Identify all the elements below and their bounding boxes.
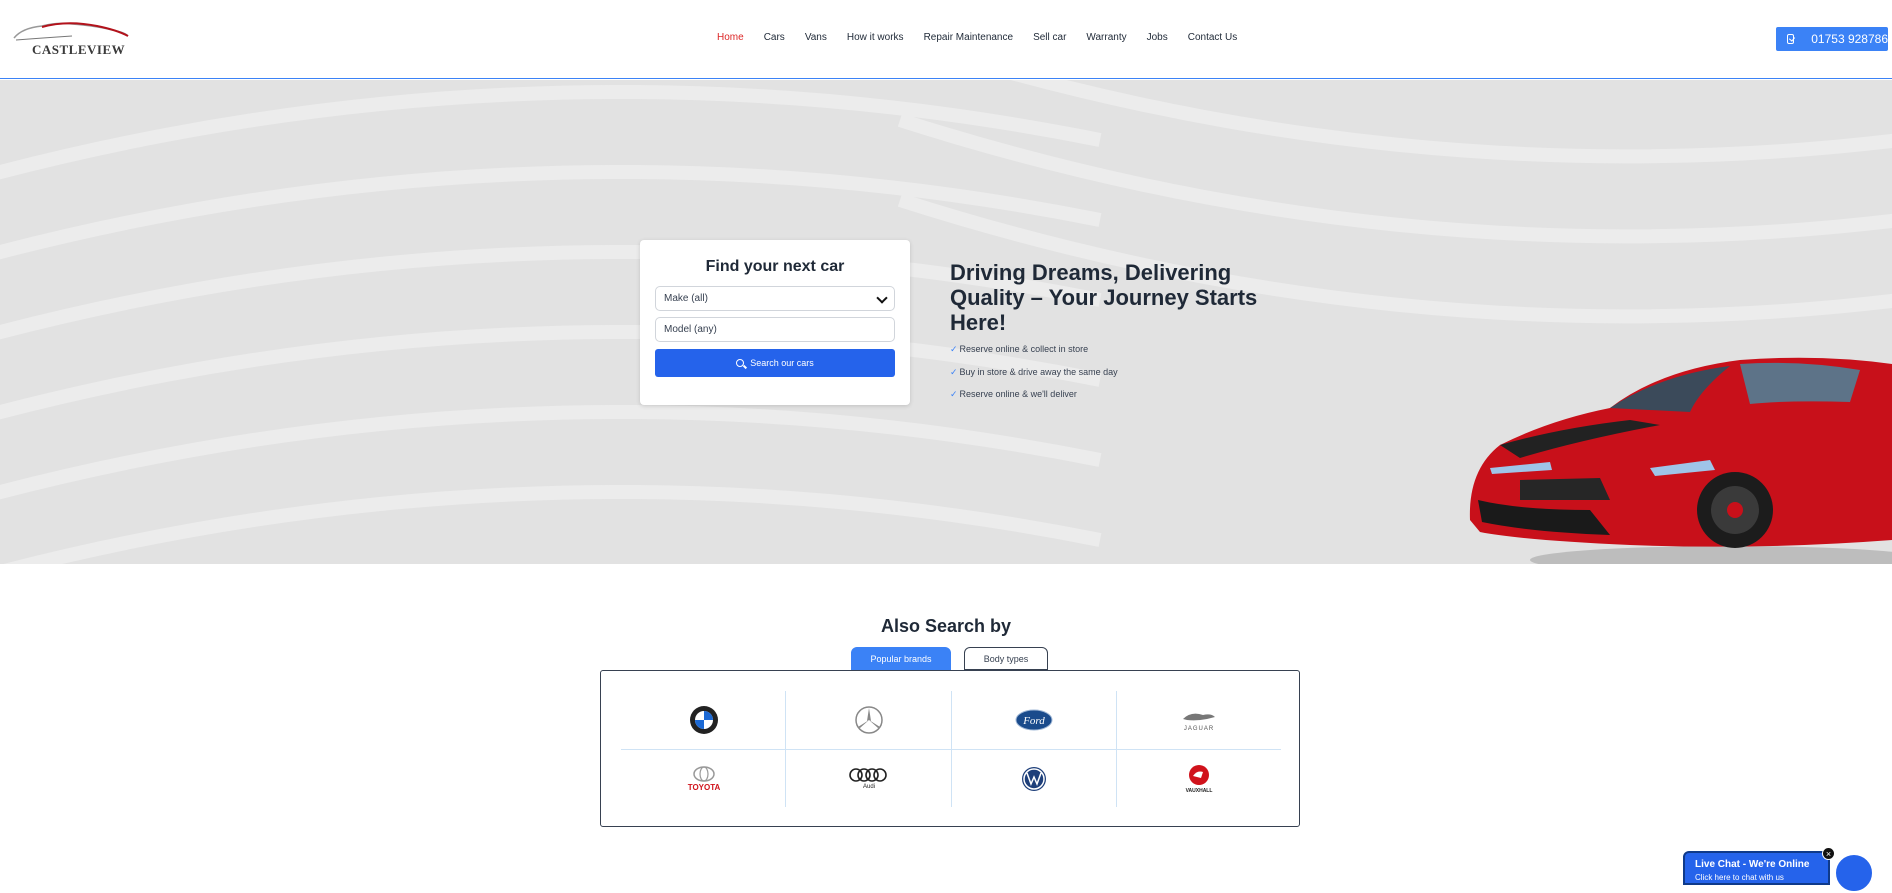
feature-text: Reserve online & we'll deliver [959, 389, 1077, 399]
nav-home[interactable]: Home [717, 32, 744, 43]
nav-sell-car[interactable]: Sell car [1033, 32, 1066, 43]
check-icon: ✓ [950, 389, 958, 399]
live-chat-subtitle: Click here to chat with us [1695, 873, 1784, 882]
vw-logo-icon [1021, 767, 1046, 791]
audi-logo-icon: Audi [848, 768, 887, 790]
svg-text:JAGUAR: JAGUAR [1183, 726, 1213, 732]
brand-grid: Ford JAGUAR TOYOTA Audi VAUXHALL [621, 691, 1281, 807]
nav-contact-us[interactable]: Contact Us [1188, 32, 1237, 43]
nav-jobs[interactable]: Jobs [1147, 32, 1168, 43]
hero-section: Find your next car Make (all) Model (any… [0, 80, 1892, 564]
feature-text: Buy in store & drive away the same day [959, 366, 1118, 377]
chat-avatar-icon[interactable] [1834, 853, 1874, 893]
model-input[interactable]: Model (any) [655, 317, 895, 342]
site-logo[interactable]: CASTLEVIEW [12, 18, 132, 60]
svg-text:VAUXHALL: VAUXHALL [1185, 788, 1212, 794]
search-cars-button[interactable]: Search our cars [655, 349, 895, 377]
svg-text:Audi: Audi [862, 784, 874, 790]
brand-bmw[interactable] [621, 691, 786, 749]
hero-heading: Driving Dreams, Delivering Quality – You… [950, 260, 1258, 335]
make-select[interactable]: Make (all) [655, 286, 895, 311]
brand-jaguar[interactable]: JAGUAR [1116, 691, 1281, 749]
check-icon: ✓ [950, 366, 958, 377]
svg-text:TOYOTA: TOYOTA [687, 783, 720, 792]
jaguar-logo-icon: JAGUAR [1182, 713, 1215, 732]
feature-item: ✓ Reserve online & collect in store [950, 344, 1118, 367]
feature-item: ✓ Reserve online & we'll deliver [950, 389, 1118, 412]
search-button-label: Search our cars [750, 358, 814, 368]
feature-item: ✓ Buy in store & drive away the same day [950, 367, 1118, 390]
toyota-logo-icon: TOYOTA [687, 766, 720, 792]
phone-icon [1787, 34, 1795, 44]
brand-ford[interactable]: Ford [951, 691, 1116, 749]
brand-grid-panel: Ford JAGUAR TOYOTA Audi VAUXHALL [600, 670, 1300, 827]
feature-text: Reserve online & collect in store [959, 344, 1089, 354]
phone-button[interactable]: 01753 928786 [1776, 27, 1888, 51]
model-input-placeholder: Model (any) [664, 324, 717, 335]
car-search-card: Find your next car Make (all) Model (any… [640, 240, 910, 405]
ford-logo-icon: Ford [1015, 709, 1052, 731]
brand-volkswagen[interactable] [951, 750, 1116, 808]
also-search-title: Also Search by [880, 616, 1012, 636]
phone-number: 01753 928786 [1811, 32, 1888, 46]
search-title: Find your next car [705, 258, 845, 275]
live-chat-title: Live Chat - We're Online [1695, 859, 1810, 870]
brand-vauxhall[interactable]: VAUXHALL [1116, 750, 1281, 808]
nav-vans[interactable]: Vans [805, 32, 827, 43]
red-sports-car-image [1469, 357, 1892, 564]
brand-toyota[interactable]: TOYOTA [621, 750, 786, 808]
bmw-logo-icon [689, 706, 718, 734]
tab-body-types[interactable]: Body types [964, 647, 1048, 670]
site-header: CASTLEVIEW Home Cars Vans How it works R… [0, 0, 1892, 79]
hero-features: ✓ Reserve online & collect in store ✓ Buy … [950, 344, 1118, 412]
svg-text:Ford: Ford [1022, 715, 1045, 727]
tab-popular-brands[interactable]: Popular brands [851, 647, 951, 670]
make-select-value: Make (all) [664, 293, 708, 304]
chevron-down-icon [876, 292, 888, 304]
main-nav: Home Cars Vans How it works Repair Maint… [717, 32, 1257, 43]
brand-mercedes[interactable] [786, 691, 951, 749]
nav-how-it-works[interactable]: How it works [847, 32, 904, 43]
search-icon [736, 359, 745, 367]
logo-text: CASTLEVIEW [32, 42, 126, 57]
nav-cars[interactable]: Cars [764, 32, 785, 43]
check-icon: ✓ [950, 344, 958, 354]
brand-audi[interactable]: Audi [786, 750, 951, 808]
close-icon[interactable]: × [1822, 847, 1835, 860]
vauxhall-logo-icon: VAUXHALL [1185, 765, 1212, 794]
mercedes-logo-icon [854, 706, 883, 734]
live-chat-widget[interactable]: Live Chat - We're Online Click here to c… [1683, 851, 1830, 885]
nav-warranty[interactable]: Warranty [1086, 32, 1126, 43]
nav-repair-maintenance[interactable]: Repair Maintenance [924, 32, 1014, 43]
